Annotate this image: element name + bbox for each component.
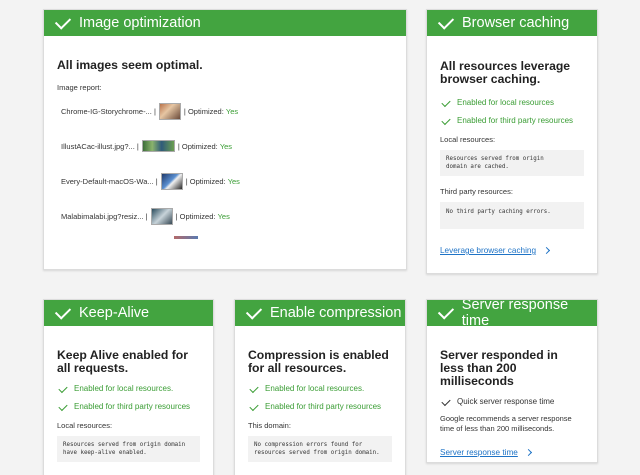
optimized-status: Yes [219,141,233,151]
this-domain-label: This domain: [248,421,291,430]
browser-caching-summary: All resources leverage browser caching. [440,59,571,86]
check-icon [249,383,259,394]
browser-caching-header: Browser caching [427,10,597,36]
image-opt-summary: All images seem optimal. [57,58,203,72]
check-icon [249,401,259,412]
check-icon [437,12,455,30]
server-response-header: Server response time [427,299,597,329]
card-title: Server response time [461,299,569,329]
image-filename: Every-Default-macOS-Wa... [61,176,154,186]
optimized-label: | Optimized: [175,211,216,221]
image-thumbnail-partial [174,236,198,239]
image-filename: Chrome-IG-Storychrome-... [61,106,152,116]
leverage-browser-caching-link[interactable]: Leverage browser caching [440,246,551,255]
status-item: Quick server response time [440,396,584,407]
check-icon [54,302,72,320]
third-party-label: Third party resources: [440,187,513,196]
server-response-description: Google recommends a server response time… [440,414,572,433]
this-domain-code: No compression errors found for resource… [248,436,392,462]
image-report-label: Image report: [57,83,102,92]
image-row: Every-Default-macOS-Wa... | | Optimized:… [61,171,393,191]
local-resources-code: Resources served from origin domain are … [440,150,584,176]
image-row: Chrome-IG-Storychrome-... | | Optimized:… [61,101,393,121]
status-item: Enabled for third party resources [440,115,584,126]
image-optimization-header: Image optimization [44,10,406,36]
image-row: Malabimalabi.jpg?resiz... | | Optimized:… [61,206,393,226]
check-icon [58,383,68,394]
compression-card: Enable compression Compression is enable… [234,299,406,475]
local-resources-code: Resources served from origin domain have… [57,436,200,462]
status-item: Enabled for local resources [440,97,584,108]
keep-alive-summary: Keep Alive enabled for all requests. [57,348,188,375]
check-icon [54,12,72,30]
keep-alive-header: Keep-Alive [44,300,213,326]
link-text: Leverage browser caching [440,246,537,255]
optimized-status: Yes [217,211,230,221]
card-title: Enable compression [270,305,402,321]
server-response-card: Server response time Server responded in… [426,299,598,463]
image-optimization-card: Image optimization All images seem optim… [43,9,407,270]
status-item: Enabled for third party resources [248,401,392,412]
local-resources-label: Local resources: [440,135,496,144]
link-text: Server response time [440,448,518,457]
third-party-code: No third party caching errors. [440,202,584,229]
check-icon [441,396,451,407]
chevron-right-icon [542,246,551,255]
status-text: Enabled for third party resources [74,402,191,411]
card-title: Image optimization [79,15,201,31]
optimized-status: Yes [227,176,240,186]
status-text: Enabled for local resources. [74,384,174,393]
status-text: Enabled for local resources. [265,384,365,393]
image-thumbnail [158,102,181,120]
image-filename: IllustACac-illust.jpg?... [61,141,135,151]
local-resources-label: Local resources: [57,421,113,430]
status-item: Enabled for third party resources [57,401,200,412]
status-text: Enabled for local resources [457,98,554,107]
browser-caching-card: Browser caching All resources leverage b… [426,9,598,274]
status-item: Enabled for local resources. [248,383,392,394]
status-item: Enabled for local resources. [57,383,200,394]
chevron-right-icon [524,448,532,457]
status-text: Enabled for third party resources [265,402,382,411]
compression-summary: Compression is enabled for all resources… [248,348,389,375]
optimized-status: Yes [225,106,239,116]
separator: | [153,106,156,116]
keep-alive-card: Keep-Alive Keep Alive enabled for all re… [43,299,214,475]
compression-header: Enable compression [235,300,405,326]
image-thumbnail [141,140,175,152]
image-thumbnail [160,172,183,190]
optimized-label: | Optimized: [177,141,218,151]
separator: | [136,141,139,151]
server-response-summary: Server responded in less than 200 millis… [440,348,558,388]
optimized-label: | Optimized: [183,106,224,116]
check-icon [437,302,454,320]
server-response-time-link[interactable]: Server response time [440,448,532,457]
check-icon [441,97,451,108]
separator: | [155,176,158,186]
status-text: Enabled for third party resources [457,116,574,125]
check-icon [441,115,451,126]
image-thumbnail [150,207,173,225]
image-filename: Malabimalabi.jpg?resiz... [61,211,144,221]
card-title: Browser caching [462,15,570,31]
image-row: IllustACac-illust.jpg?... | | Optimized:… [61,136,393,156]
status-text: Quick server response time [457,397,555,406]
card-title: Keep-Alive [79,305,150,321]
check-icon [58,401,68,412]
optimized-label: | Optimized: [185,176,226,186]
separator: | [145,211,148,221]
check-icon [245,302,263,320]
